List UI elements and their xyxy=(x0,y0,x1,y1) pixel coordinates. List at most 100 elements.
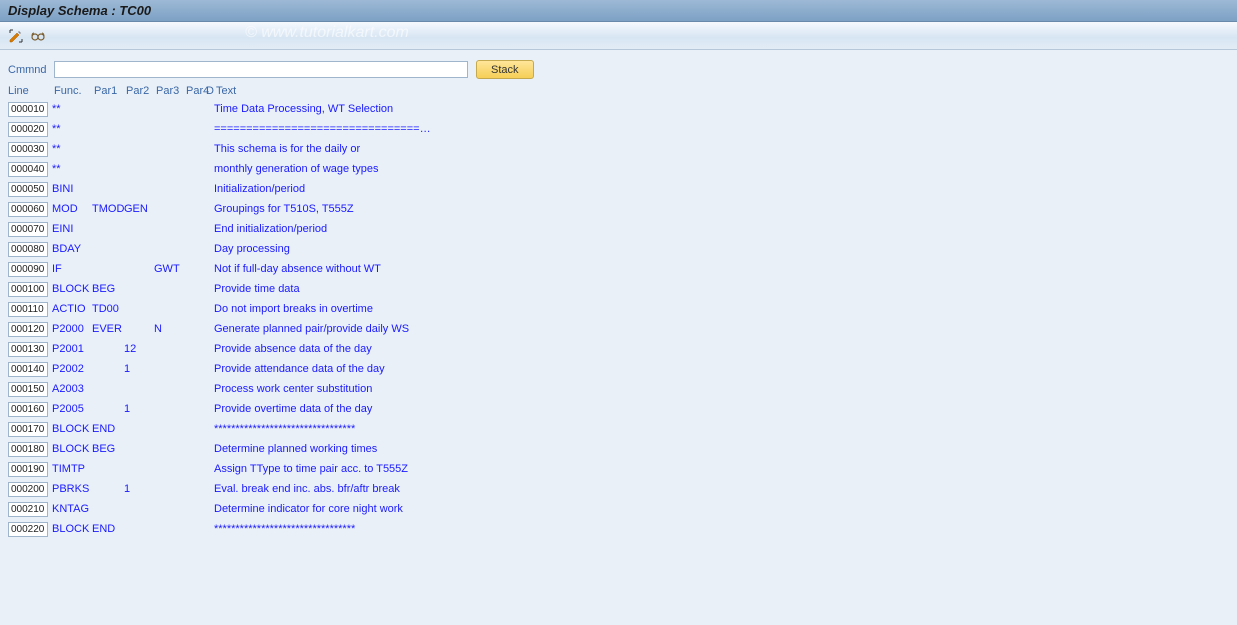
line-number-input[interactable] xyxy=(8,422,48,437)
line-number-input[interactable] xyxy=(8,282,48,297)
line-number-input[interactable] xyxy=(8,142,48,157)
cell-par3: N xyxy=(154,323,184,335)
cell-text: Eval. break end inc. abs. bfr/aftr break xyxy=(214,483,400,495)
header-line: Line xyxy=(8,85,54,97)
line-number-input[interactable] xyxy=(8,462,48,477)
cell-func: PBRKS xyxy=(52,483,92,495)
schema-row: P20021Provide attendance data of the day xyxy=(8,359,1229,379)
cell-par2: 1 xyxy=(124,363,154,375)
cell-par1: TD00 xyxy=(92,303,124,315)
header-func: Func. xyxy=(54,85,94,97)
cell-par3: GWT xyxy=(154,263,184,275)
cell-text: Process work center substitution xyxy=(214,383,372,395)
cell-func: BLOCK xyxy=(52,443,92,455)
cell-par1: BEG xyxy=(92,283,124,295)
command-label: Cmmnd xyxy=(8,64,54,76)
line-number-input[interactable] xyxy=(8,222,48,237)
header-par4: Par4 xyxy=(186,85,206,97)
cell-func: ACTIO xyxy=(52,303,92,315)
command-input[interactable] xyxy=(54,61,468,78)
header-text: Text xyxy=(216,85,236,97)
cell-text: Determine indicator for core night work xyxy=(214,503,403,515)
cell-func: KNTAG xyxy=(52,503,92,515)
header-par1: Par1 xyxy=(94,85,126,97)
schema-row: ** This schema is for the daily or xyxy=(8,139,1229,159)
line-number-input[interactable] xyxy=(8,182,48,197)
schema-row: BLOCKEND********************************… xyxy=(8,419,1229,439)
schema-row: BLOCKEND********************************… xyxy=(8,519,1229,539)
line-number-input[interactable] xyxy=(8,482,48,497)
cell-text: Provide time data xyxy=(214,283,300,295)
glasses-icon xyxy=(30,28,46,44)
header-d: D xyxy=(206,85,216,97)
cell-par2: 1 xyxy=(124,483,154,495)
cell-func: BLOCK xyxy=(52,523,92,535)
schema-row: EINI End initialization/period xyxy=(8,219,1229,239)
cell-text: This schema is for the daily or xyxy=(214,143,360,155)
cell-text: Assign TType to time pair acc. to T555Z xyxy=(214,463,408,475)
cell-func: BLOCK xyxy=(52,283,92,295)
line-number-input[interactable] xyxy=(8,522,48,537)
cell-par1: EVER xyxy=(92,323,124,335)
line-number-input[interactable] xyxy=(8,202,48,217)
cell-par2: 12 xyxy=(124,343,154,355)
schema-row: P20051Provide overtime data of the day xyxy=(8,399,1229,419)
cell-func: ** xyxy=(52,103,92,115)
line-number-input[interactable] xyxy=(8,502,48,517)
watermark: © www.tutorialkart.com xyxy=(245,24,409,42)
line-number-input[interactable] xyxy=(8,102,48,117)
cell-func: A2003 xyxy=(52,383,92,395)
header-par3: Par3 xyxy=(156,85,186,97)
cell-text: Not if full-day absence without WT xyxy=(214,263,381,275)
schema-rows: ** Time Data Processing, WT Selection **==… xyxy=(8,99,1229,539)
cell-func: MOD xyxy=(52,203,92,215)
cell-func: EINI xyxy=(52,223,92,235)
other-schema-button[interactable] xyxy=(28,26,48,46)
line-number-input[interactable] xyxy=(8,442,48,457)
schema-row: BDAY Day processing xyxy=(8,239,1229,259)
line-number-input[interactable] xyxy=(8,262,48,277)
header-par2: Par2 xyxy=(126,85,156,97)
cell-text: Time Data Processing, WT Selection xyxy=(214,103,393,115)
cell-func: P2000 xyxy=(52,323,92,335)
schema-row: P200112Provide absence data of the day xyxy=(8,339,1229,359)
line-number-input[interactable] xyxy=(8,302,48,317)
cell-func: P2002 xyxy=(52,363,92,375)
schema-row: IFGWTNot if full-day absence without WT xyxy=(8,259,1229,279)
cell-par1: BEG xyxy=(92,443,124,455)
cell-func: ** xyxy=(52,163,92,175)
line-number-input[interactable] xyxy=(8,382,48,397)
cell-par2: 1 xyxy=(124,403,154,415)
column-headers: Line Func. Par1 Par2 Par3 Par4 D Text xyxy=(8,85,1229,97)
line-number-input[interactable] xyxy=(8,162,48,177)
schema-row: ACTIOTD00Do not import breaks in overtim… xyxy=(8,299,1229,319)
cell-func: P2005 xyxy=(52,403,92,415)
command-row: Cmmnd Stack xyxy=(8,60,1229,79)
cell-func: BLOCK xyxy=(52,423,92,435)
line-number-input[interactable] xyxy=(8,402,48,417)
line-number-input[interactable] xyxy=(8,362,48,377)
cell-text: Initialization/period xyxy=(214,183,305,195)
cell-text: Provide absence data of the day xyxy=(214,343,372,355)
schema-row: **================================… xyxy=(8,119,1229,139)
line-number-input[interactable] xyxy=(8,322,48,337)
cell-func: ** xyxy=(52,143,92,155)
cell-func: BDAY xyxy=(52,243,92,255)
title-bar: Display Schema : TC00 xyxy=(0,0,1237,22)
schema-row: KNTAG Determine indicator for core night … xyxy=(8,499,1229,519)
line-number-input[interactable] xyxy=(8,122,48,137)
cell-par1: END xyxy=(92,523,124,535)
schema-row: MODTMODGENGroupings for T510S, T555Z xyxy=(8,199,1229,219)
cell-text: End initialization/period xyxy=(214,223,327,235)
cell-text: Day processing xyxy=(214,243,290,255)
line-number-input[interactable] xyxy=(8,242,48,257)
toggle-edit-button[interactable] xyxy=(6,26,26,46)
cell-func: TIMTP xyxy=(52,463,92,475)
cell-func: BINI xyxy=(52,183,92,195)
stack-button[interactable]: Stack xyxy=(476,60,534,79)
line-number-input[interactable] xyxy=(8,342,48,357)
schema-row: TIMTP Assign TType to time pair acc. to T… xyxy=(8,459,1229,479)
schema-row: PBRKS 1 Eval. break end inc. abs. bfr/aftr… xyxy=(8,479,1229,499)
schema-row: P2000EVERNGenerate planned pair/provide … xyxy=(8,319,1229,339)
page-title: Display Schema : TC00 xyxy=(8,3,151,18)
